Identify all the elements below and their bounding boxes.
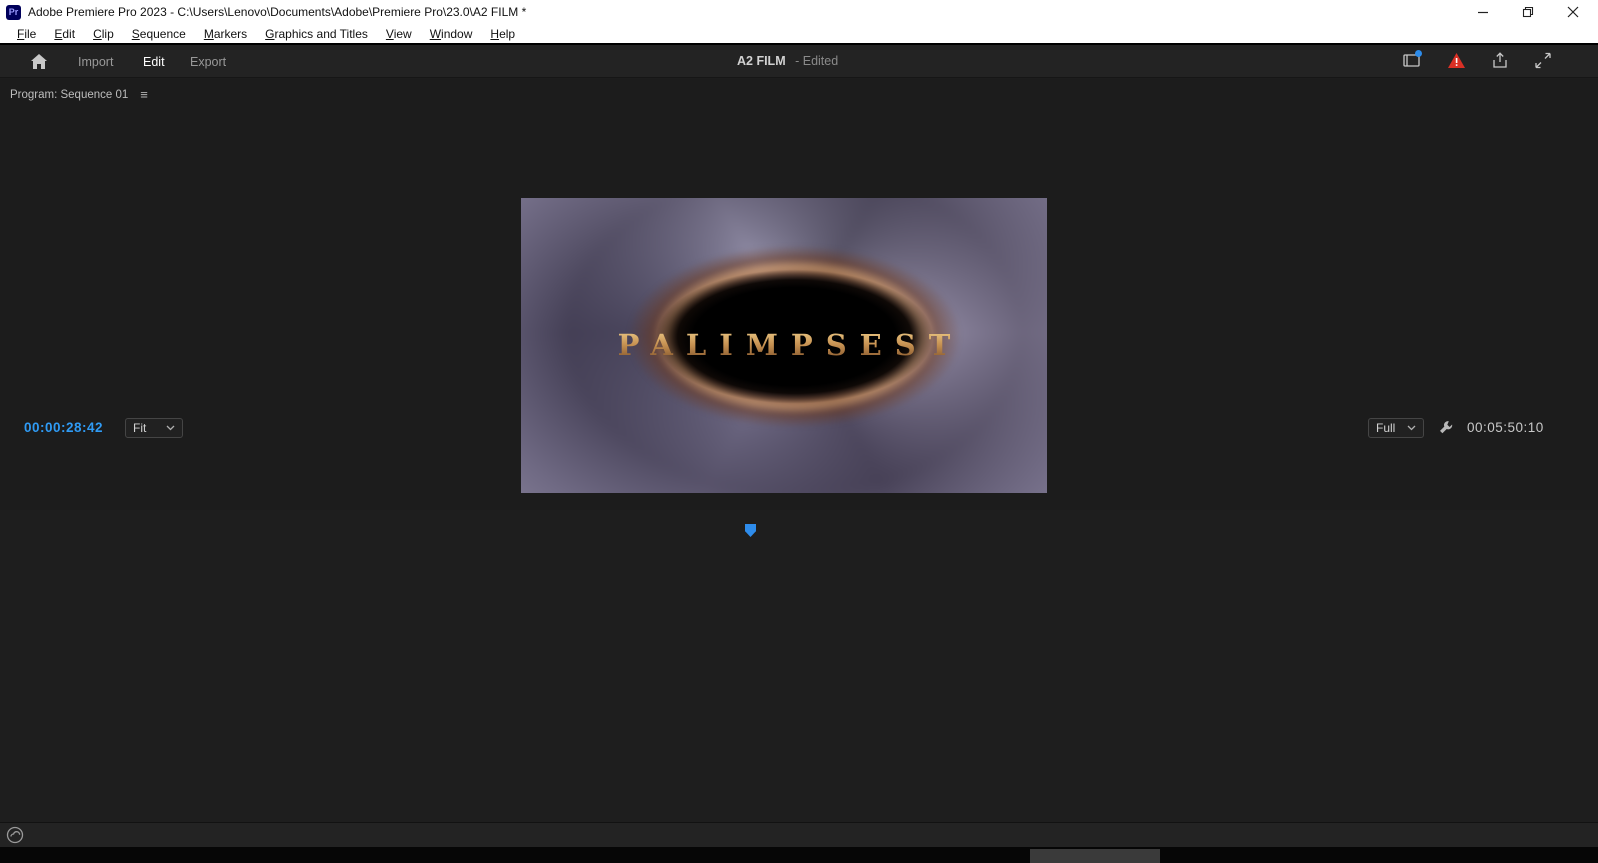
project-name: A2 FILM - Edited xyxy=(737,54,839,68)
project-status: - Edited xyxy=(795,54,839,68)
warning-icon[interactable] xyxy=(1447,52,1466,74)
menu-item-view[interactable]: View xyxy=(377,27,421,41)
notification-dot xyxy=(1415,50,1422,57)
fullscreen-icon[interactable] xyxy=(1534,52,1552,74)
menu-item-graphics-and-titles[interactable]: Graphics and Titles xyxy=(256,27,377,41)
program-timecode[interactable]: 00:00:28:42 xyxy=(24,420,103,435)
chevron-down-icon xyxy=(166,425,175,431)
taskbar-segment xyxy=(1030,849,1160,863)
menu-item-edit[interactable]: Edit xyxy=(45,27,84,41)
lower-workspace: » × Sequence 01 ≡ xyxy=(0,510,1598,822)
menu-item-window[interactable]: Window xyxy=(421,27,482,41)
window-titlebar: Pr Adobe Premiere Pro 2023 - C:\Users\Le… xyxy=(0,0,1598,24)
sequence-duration: 00:05:50:10 xyxy=(1467,420,1544,435)
creative-cloud-icon xyxy=(6,826,24,849)
menu-item-file[interactable]: File xyxy=(8,27,45,41)
panel-menu-icon[interactable]: ≡ xyxy=(140,87,148,102)
premiere-pro-window: Pr Adobe Premiere Pro 2023 - C:\Users\Le… xyxy=(0,0,1598,863)
video-title-text: PALIMPSEST xyxy=(521,328,1047,362)
share-icon[interactable] xyxy=(1491,52,1509,74)
program-panel-title: Program: Sequence 01 xyxy=(10,88,129,101)
zoom-level-select[interactable]: Fit xyxy=(125,418,183,438)
chevron-down-icon xyxy=(1407,425,1416,431)
tab-edit[interactable]: Edit xyxy=(143,45,165,82)
workspace-switcher-icon[interactable] xyxy=(1403,50,1422,74)
close-button[interactable] xyxy=(1558,1,1588,23)
playback-resolution-select[interactable]: Full xyxy=(1368,418,1424,438)
tab-import[interactable]: Import xyxy=(78,45,113,78)
settings-wrench-icon[interactable] xyxy=(1438,419,1455,441)
tab-export[interactable]: Export xyxy=(190,45,226,78)
window-title: Adobe Premiere Pro 2023 - C:\Users\Lenov… xyxy=(28,5,527,19)
menu-item-markers[interactable]: Markers xyxy=(195,27,256,41)
menu-item-help[interactable]: Help xyxy=(481,27,524,41)
menu-bar: File Edit Clip Sequence Markers Graphics and … xyxy=(0,24,1598,43)
app-icon: Pr xyxy=(6,4,21,20)
bottom-strip xyxy=(0,847,1598,863)
status-bar xyxy=(0,822,1598,847)
program-monitor-panel: Program: Sequence 01 ≡ PALIMPSEST 00:00:… xyxy=(0,79,1598,586)
menu-item-clip[interactable]: Clip xyxy=(84,27,123,41)
menu-item-sequence[interactable]: Sequence xyxy=(123,27,195,41)
program-video-frame[interactable]: PALIMPSEST xyxy=(521,198,1047,493)
restore-button[interactable] xyxy=(1513,1,1543,23)
minimize-button[interactable] xyxy=(1468,1,1498,23)
home-icon[interactable] xyxy=(30,53,48,75)
